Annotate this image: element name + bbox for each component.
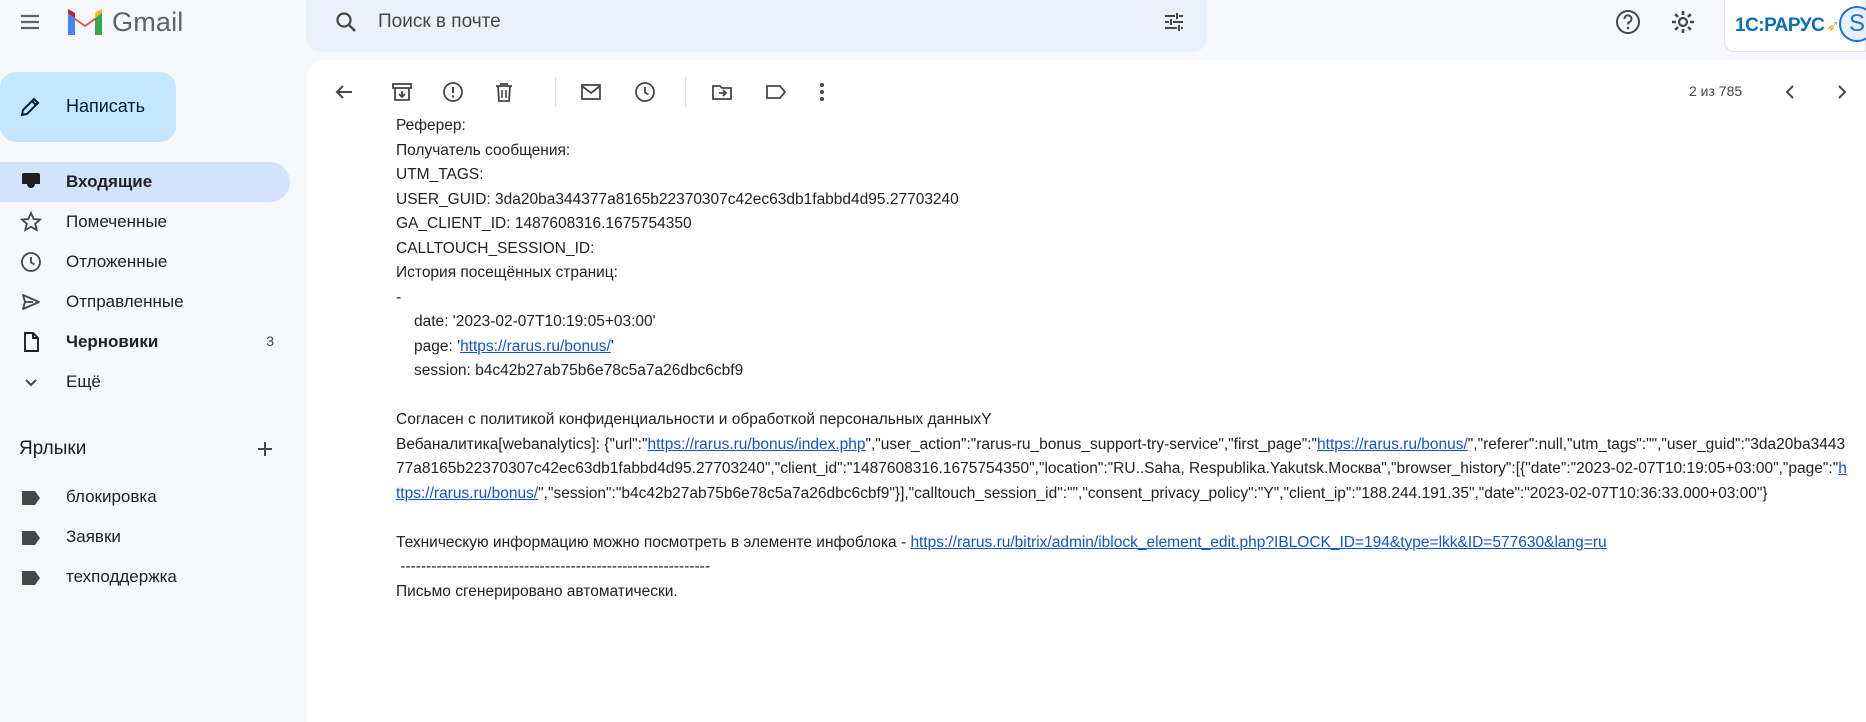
message-toolbar: 2 из 785 xyxy=(307,60,1866,122)
page-prefix: page: ' xyxy=(414,337,461,355)
report-spam-icon[interactable] xyxy=(440,79,466,105)
email-line-ga-client: GA_CLIENT_ID: 1487608316.1675754350 xyxy=(396,215,692,232)
pencil-icon xyxy=(20,97,40,117)
label-item-requests[interactable]: Заявки xyxy=(0,517,290,557)
webanalytics-text-1: Вебаналитика[webanalytics]: {"url":" xyxy=(396,435,648,453)
label-tag-icon xyxy=(20,527,42,549)
older-chevron-right-icon[interactable] xyxy=(1828,79,1854,105)
clock-icon xyxy=(20,251,42,273)
search-options-icon[interactable] xyxy=(1159,8,1189,36)
label-icon[interactable] xyxy=(763,79,789,105)
gmail-logo[interactable]: Gmail xyxy=(66,4,184,40)
toolbar-divider xyxy=(555,77,556,107)
webanalytics-text-2: ","user_action":"rarus-ru_bonus_support-… xyxy=(865,435,1318,453)
label-item-label: блокировка xyxy=(66,487,157,506)
email-line-session: session: b4c42b27ab75b6e78c5a7a26dbc6cbf… xyxy=(414,362,744,379)
add-label-icon[interactable] xyxy=(252,436,278,462)
newer-chevron-left-icon[interactable] xyxy=(1778,79,1804,105)
email-line-consent: Согласен с политикой конфиденциальности … xyxy=(396,411,992,428)
account-brand[interactable]: 1С:РАРУС ➶ S xyxy=(1724,0,1866,52)
email-line-divider: ----------------------------------------… xyxy=(396,558,711,575)
page-suffix: ' xyxy=(610,337,614,355)
email-line-recipient: Получатель сообщения: xyxy=(396,141,571,159)
sidebar-item-snoozed[interactable]: Отложенные xyxy=(0,242,290,282)
gmail-logo-text: Gmail xyxy=(112,6,184,37)
star-icon xyxy=(20,211,42,233)
email-line-dash: - xyxy=(396,288,402,306)
compose-button[interactable]: Написать xyxy=(0,72,176,142)
sidebar-item-label: Ещё xyxy=(66,372,101,391)
brand-logo-text: 1С:РАРУС xyxy=(1735,14,1825,36)
label-item-label: Заявки xyxy=(66,527,121,546)
email-line-auto: Письмо сгенерировано автоматически. xyxy=(396,582,678,600)
search-bar xyxy=(306,0,1207,52)
gmail-m-icon xyxy=(68,9,102,35)
label-item-label: техподдержка xyxy=(66,567,177,586)
inbox-icon xyxy=(20,171,42,193)
labels-list: блокировка Заявки техподдержка xyxy=(0,477,290,597)
toolbar-divider xyxy=(685,77,686,107)
sidebar-item-sent[interactable]: Отправленные xyxy=(0,282,290,322)
sidebar-item-label: Входящие xyxy=(66,172,153,191)
email-body: Реферер: Получатель сообщения: UTM_TAGS:… xyxy=(396,114,1866,604)
label-tag-icon xyxy=(20,567,42,589)
sidebar-nav: Входящие Помеченные Отложенные Отправлен… xyxy=(0,162,290,402)
sidebar-item-starred[interactable]: Помеченные xyxy=(0,202,290,242)
email-line-utm: UTM_TAGS: xyxy=(396,166,484,183)
snooze-icon[interactable] xyxy=(632,79,658,105)
chevron-down-icon xyxy=(20,371,42,393)
help-icon[interactable] xyxy=(1612,6,1644,38)
email-line-referer: Реферер: xyxy=(396,117,466,134)
drafts-count: 3 xyxy=(266,333,274,349)
sidebar-item-more[interactable]: Ещё xyxy=(0,362,290,402)
top-bar: Gmail 1С:РАРУС ➶ S xyxy=(0,0,1866,52)
page-link[interactable]: https://rarus.ru/bonus/ xyxy=(460,338,611,355)
webanalytics-link-2[interactable]: https://rarus.ru/bonus/ xyxy=(1317,436,1468,453)
email-line-history-title: История посещённых страниц: xyxy=(396,264,618,281)
sidebar-item-label: Черновики xyxy=(66,332,159,351)
sidebar-item-inbox[interactable]: Входящие xyxy=(0,162,290,202)
delete-icon[interactable] xyxy=(491,79,517,105)
email-webanalytics: Вебаналитика[webanalytics]: {"url":"http… xyxy=(396,433,1851,507)
labels-heading: Ярлыки xyxy=(19,438,87,459)
draft-icon xyxy=(20,331,42,353)
email-line-tech: Техническую информацию можно посмотреть … xyxy=(396,531,1866,556)
avatar[interactable]: S xyxy=(1839,6,1866,42)
webanalytics-text-4: ","session":"b4c42b27ab75b6e78c5a7a26dbc… xyxy=(538,484,1768,502)
gear-icon[interactable] xyxy=(1667,6,1699,38)
compose-label: Написать xyxy=(66,96,146,116)
label-item-blocking[interactable]: блокировка xyxy=(0,477,290,517)
send-icon xyxy=(20,291,42,313)
tech-link[interactable]: https://rarus.ru/bitrix/admin/iblock_ele… xyxy=(910,534,1606,551)
label-tag-icon xyxy=(20,487,42,509)
sidebar-item-label: Помеченные xyxy=(66,212,168,231)
email-line-user-guid: USER_GUID: 3da20ba344377a8165b22370307c4… xyxy=(396,190,959,208)
email-line-date: date: '2023-02-07T10:19:05+03:00' xyxy=(414,313,656,330)
email-line-calltouch: CALLTOUCH_SESSION_ID: xyxy=(396,239,595,257)
menu-icon[interactable] xyxy=(10,2,50,42)
back-arrow-icon[interactable] xyxy=(331,79,357,105)
search-input[interactable] xyxy=(376,6,1120,38)
brand-flame-icon: ➶ xyxy=(1826,17,1840,35)
sidebar-item-label: Отправленные xyxy=(66,292,184,311)
tech-prefix: Техническую информацию можно посмотреть … xyxy=(396,533,911,551)
more-options-icon[interactable] xyxy=(809,79,835,105)
pagination-count: 2 из 785 xyxy=(1689,83,1743,99)
email-line-page: page: 'https://rarus.ru/bonus/' xyxy=(396,335,1866,360)
webanalytics-link-1[interactable]: https://rarus.ru/bonus/index.php xyxy=(648,436,866,453)
move-to-icon[interactable] xyxy=(709,79,735,105)
search-icon[interactable] xyxy=(326,10,366,34)
archive-icon[interactable] xyxy=(389,79,415,105)
sidebar-item-label: Отложенные xyxy=(66,252,168,271)
mark-unread-icon[interactable] xyxy=(578,79,604,105)
label-item-support[interactable]: техподдержка xyxy=(0,557,290,597)
message-pane: 2 из 785 Реферер: Получатель сообщения: … xyxy=(307,60,1866,722)
sidebar-item-drafts[interactable]: Черновики 3 xyxy=(0,322,290,362)
